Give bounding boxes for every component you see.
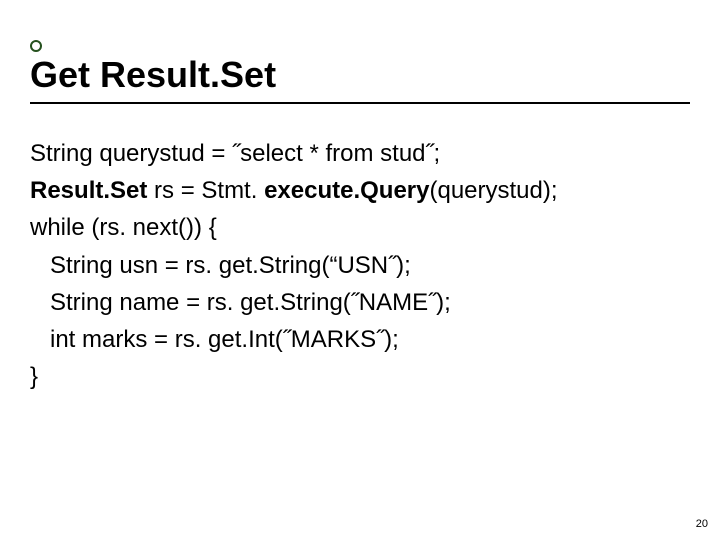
page-number: 20 (696, 518, 708, 530)
code-line-6: int marks = rs. get.Int(˝MARKS˝); (30, 321, 690, 358)
code-line-2-plain-d: (querystud); (429, 177, 557, 204)
title-bullet-icon (30, 40, 42, 52)
code-line-2-bold-a: Result.Set (30, 177, 147, 204)
slide: Get Result.Set String querystud = ˝selec… (0, 0, 720, 540)
code-line-3: while (rs. next()) { (30, 209, 690, 246)
code-line-2-plain-b: rs = Stmt. (147, 177, 264, 204)
slide-title: Get Result.Set (30, 54, 276, 96)
code-line-7: } (30, 358, 690, 395)
code-block: String querystud = ˝select * from stud˝;… (30, 135, 690, 395)
title-underline (30, 102, 690, 104)
code-line-4: String usn = rs. get.String(“USN˝); (30, 247, 690, 284)
code-line-2: Result.Set rs = Stmt. execute.Query(quer… (30, 172, 690, 209)
code-line-1: String querystud = ˝select * from stud˝; (30, 135, 690, 172)
code-line-5: String name = rs. get.String(˝NAME˝); (30, 284, 690, 321)
code-line-2-bold-c: execute.Query (264, 177, 429, 204)
